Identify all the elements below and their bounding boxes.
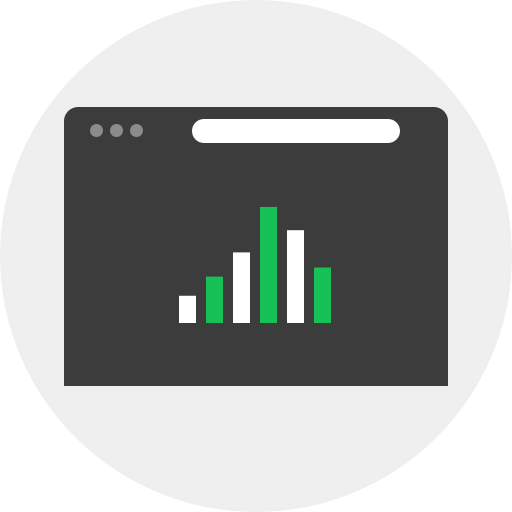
chart-bar-3: [233, 252, 250, 323]
browser-window: [64, 107, 448, 386]
chart-bar-2: [206, 276, 223, 323]
chart-bar-4: [260, 207, 277, 323]
bar-chart: [179, 207, 331, 323]
chart-bar-5: [287, 230, 304, 323]
chart-bar-6: [314, 267, 331, 323]
chart-bar-1: [179, 295, 196, 323]
browser-analytics-icon: [0, 0, 512, 512]
